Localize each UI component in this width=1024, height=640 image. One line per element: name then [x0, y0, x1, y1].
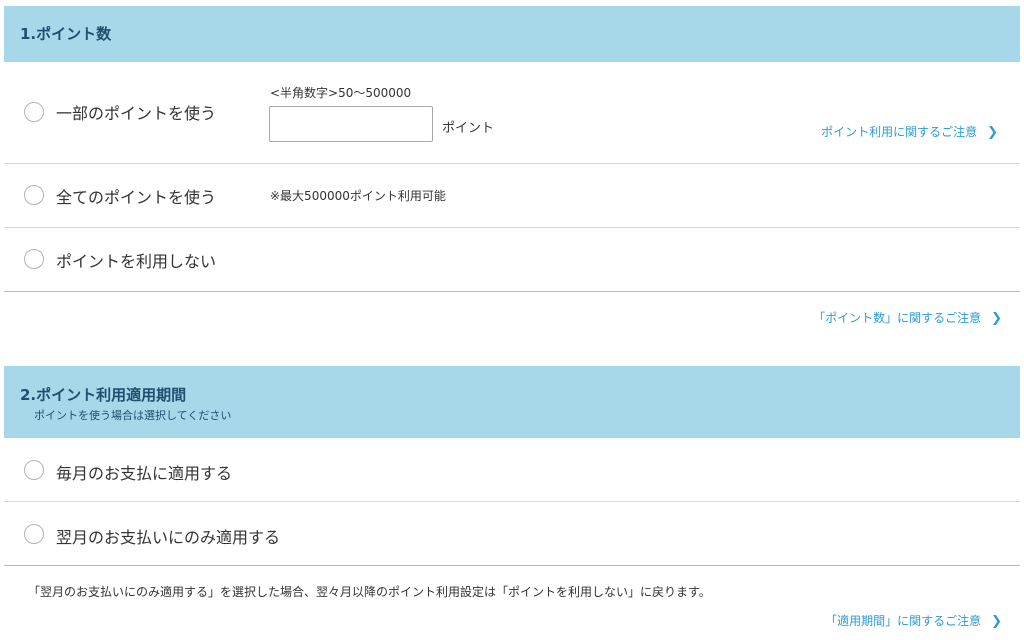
- max-points-note: ※最大500000ポイント利用可能: [270, 189, 446, 203]
- section-header-apply-period: 2.ポイント利用適用期間 ポイントを使う場合は選択してください: [4, 366, 1020, 438]
- option-row-all-points: 全てのポイントを使う ※最大500000ポイント利用可能: [4, 164, 1020, 228]
- chevron-right-icon: ❯: [991, 614, 1002, 629]
- radio-label-partial-points[interactable]: 一部のポイントを使う: [56, 100, 216, 124]
- radio-label-monthly[interactable]: 毎月のお支払に適用する: [56, 460, 232, 484]
- option-row-no-points: ポイントを利用しない: [4, 228, 1020, 292]
- apply-period-note: 「翌月のお支払いにのみ適用する」を選択した場合、翌々月以降のポイント利用設定は「…: [28, 585, 711, 599]
- radio-all-points[interactable]: [24, 185, 44, 205]
- radio-label-next-month-only[interactable]: 翌月のお支払いにのみ適用する: [56, 524, 280, 548]
- points-input[interactable]: [269, 106, 433, 142]
- link-text: ポイント利用に関するご注意: [821, 125, 978, 139]
- radio-label-all-points[interactable]: 全てのポイントを使う: [56, 184, 216, 208]
- radio-no-points[interactable]: [24, 249, 44, 269]
- section-subtitle: ポイントを使う場合は選択してください: [34, 409, 232, 422]
- points-unit-label: ポイント: [442, 121, 495, 136]
- chevron-right-icon: ❯: [991, 311, 1002, 326]
- point-settings-page: 1.ポイント数 一部のポイントを使う <半角数字>50〜500000 ポイント …: [0, 0, 1024, 640]
- option-row-next-month-only: 翌月のお支払いにのみ適用する: [4, 502, 1020, 566]
- radio-label-no-points[interactable]: ポイントを利用しない: [56, 248, 216, 272]
- radio-monthly[interactable]: [24, 460, 44, 480]
- input-hint: <半角数字>50〜500000: [270, 86, 412, 100]
- apply-period-notice-link[interactable]: 「適用期間」に関するご注意 ❯: [825, 612, 1002, 629]
- option-row-monthly: 毎月のお支払に適用する: [4, 438, 1020, 502]
- link-text: 「適用期間」に関するご注意: [825, 614, 982, 628]
- radio-next-month-only[interactable]: [24, 524, 44, 544]
- point-usage-notice-link[interactable]: ポイント利用に関するご注意 ❯: [821, 123, 998, 140]
- section-title: 2.ポイント利用適用期間: [20, 386, 187, 404]
- link-text: 「ポイント数」に関するご注意: [813, 311, 982, 325]
- point-count-notice-link[interactable]: 「ポイント数」に関するご注意 ❯: [813, 309, 1002, 326]
- radio-partial-points[interactable]: [24, 102, 44, 122]
- section-title: 1.ポイント数: [20, 25, 112, 43]
- section-header-point-count: 1.ポイント数: [4, 6, 1020, 62]
- chevron-right-icon: ❯: [987, 125, 998, 140]
- option-row-partial-points: 一部のポイントを使う <半角数字>50〜500000 ポイント ポイント利用に関…: [4, 62, 1020, 164]
